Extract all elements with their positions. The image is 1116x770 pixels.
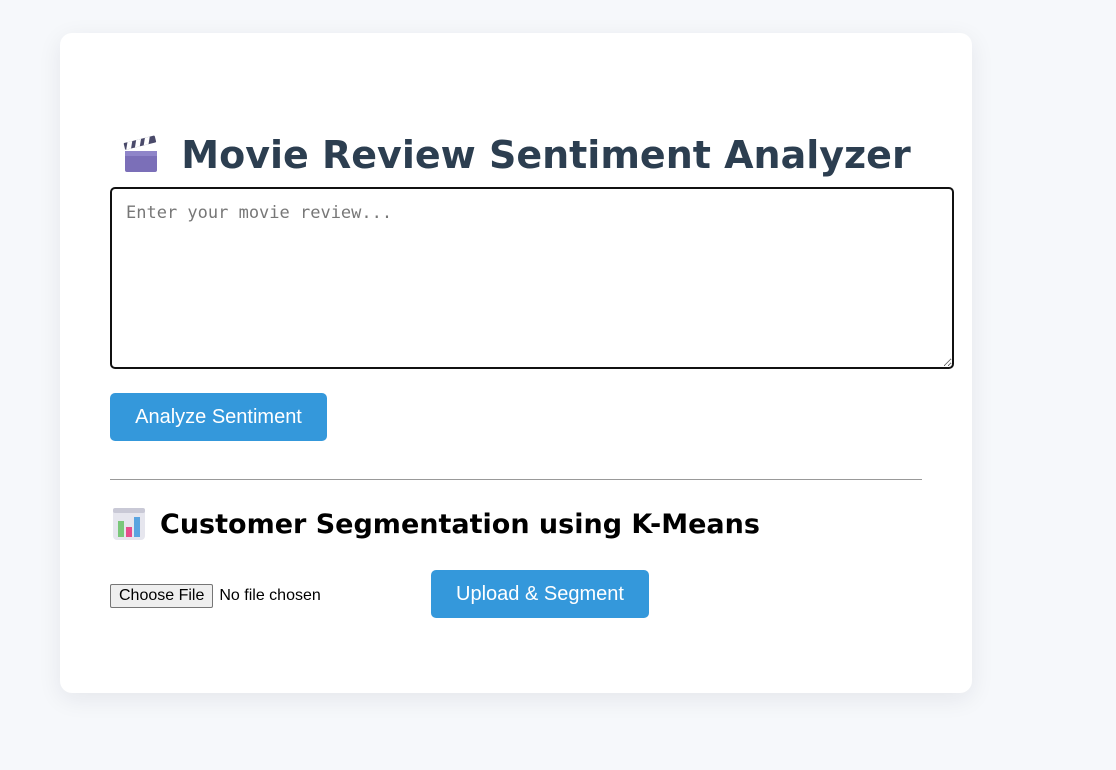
section-divider [110, 479, 922, 480]
title-row: Movie Review Sentiment Analyzer [60, 133, 972, 177]
segmentation-heading-row: Customer Segmentation using K-Means [112, 507, 760, 541]
upload-segment-button[interactable]: Upload & Segment [431, 570, 649, 618]
segmentation-title: Customer Segmentation using K-Means [160, 508, 760, 540]
file-status-text: No file chosen [219, 587, 321, 604]
choose-file-button[interactable]: Choose File [110, 584, 214, 608]
page-title: Movie Review Sentiment Analyzer [181, 133, 911, 177]
review-input[interactable] [110, 187, 954, 369]
clapperboard-icon [121, 135, 161, 175]
bar-chart-icon [112, 507, 146, 541]
analyze-sentiment-button[interactable]: Analyze Sentiment [110, 393, 327, 441]
main-card: Movie Review Sentiment Analyzer Analyze … [60, 33, 972, 693]
file-input[interactable]: Choose File No file chosen [110, 584, 321, 608]
